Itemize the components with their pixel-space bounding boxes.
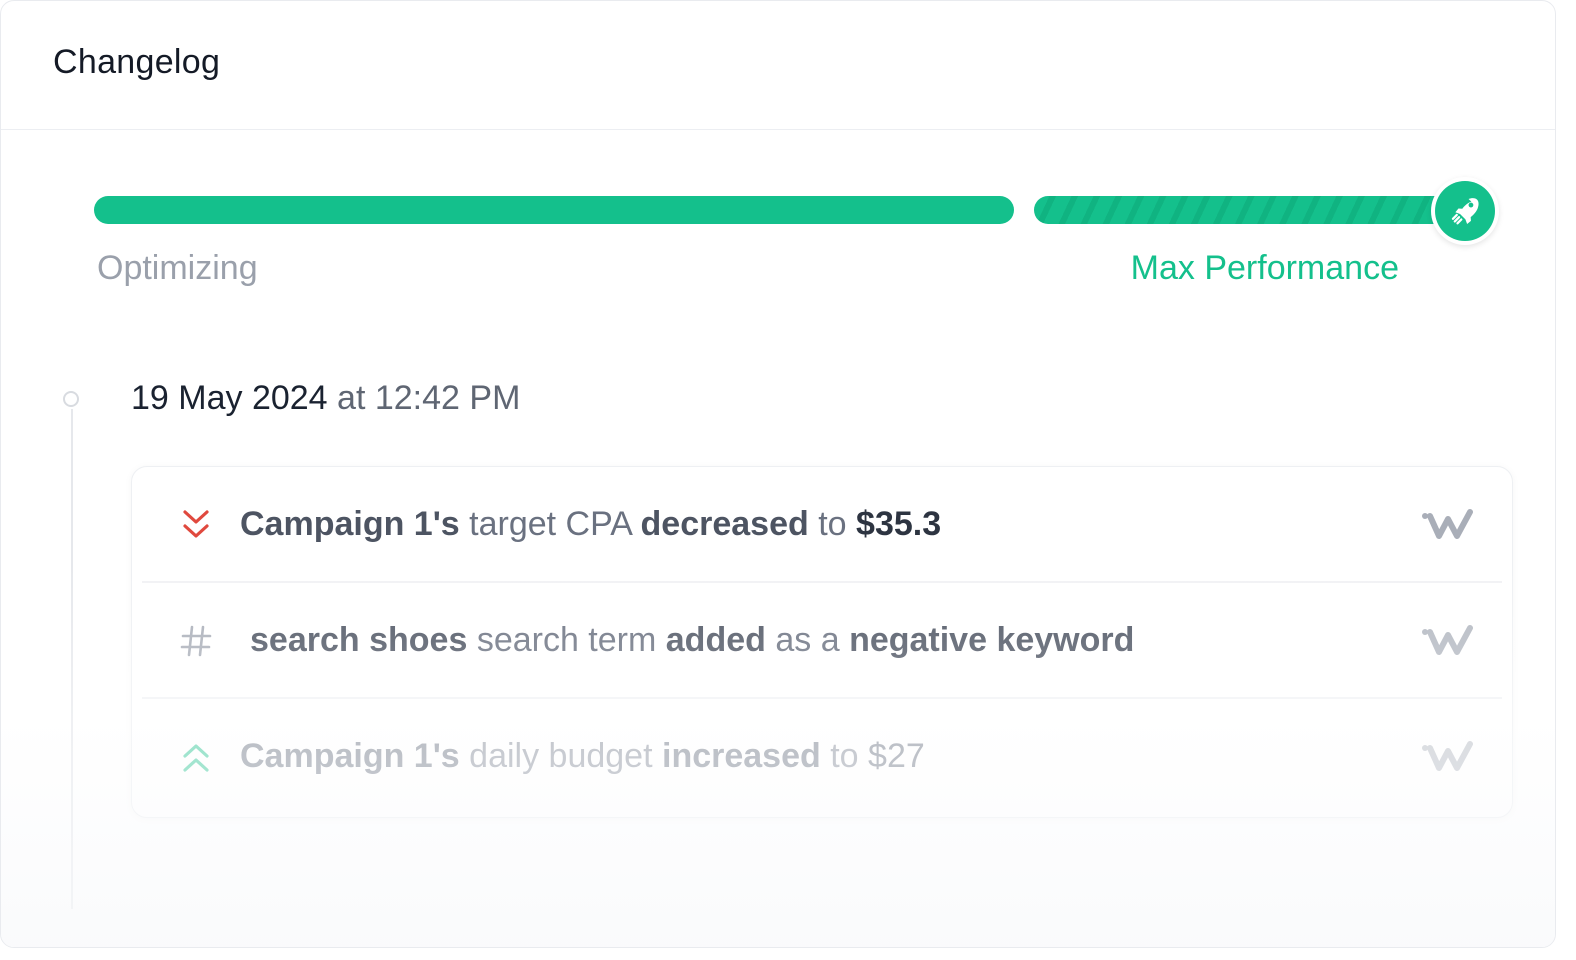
change-connector: to	[818, 505, 847, 543]
change-connector: to	[830, 737, 859, 775]
progress-badge	[1431, 177, 1499, 245]
stage-label-max-performance: Max Performance	[1130, 249, 1399, 287]
entry-timestamp: 19 May 2024 at 12:42 PM	[131, 379, 520, 418]
change-subject: Campaign 1's	[240, 737, 460, 775]
w-logo-icon	[1422, 508, 1473, 539]
entry-time: 12:42 PM	[374, 379, 521, 417]
change-description: search shoes search term added as a nega…	[250, 621, 1134, 660]
change-action: increased	[662, 737, 821, 775]
chevrons-down-icon	[176, 505, 216, 545]
w-logo-icon	[1422, 624, 1473, 655]
change-subject: Campaign 1's	[240, 505, 460, 543]
change-description: Campaign 1's target CPA decreased to $35…	[240, 505, 941, 544]
chevrons-up-icon	[176, 737, 216, 777]
change-connector: as a	[775, 621, 840, 659]
timeline-dot	[63, 391, 79, 407]
change-field: search term	[476, 621, 657, 659]
entry-date: 19 May 2024	[131, 379, 328, 417]
change-description: Campaign 1's daily budget increased to $…	[240, 737, 925, 776]
change-row[interactable]: Campaign 1's daily budget increased to $…	[132, 699, 1512, 814]
change-action: decreased	[640, 505, 809, 543]
change-subject: search shoes	[250, 621, 468, 659]
change-value: $27	[868, 737, 925, 775]
change-field: target CPA	[469, 505, 632, 543]
entry-time-prefix: at	[337, 379, 366, 417]
change-row[interactable]: Campaign 1's target CPA decreased to $35…	[132, 467, 1512, 582]
card-header: Changelog	[1, 1, 1555, 130]
change-value: negative keyword	[849, 621, 1135, 659]
timeline-line	[71, 409, 73, 909]
progress-segment-optimizing	[94, 196, 1014, 224]
stage-label-optimizing: Optimizing	[97, 249, 258, 287]
change-value: $35.3	[856, 505, 942, 543]
change-list: Campaign 1's target CPA decreased to $35…	[131, 466, 1513, 818]
page-title: Changelog	[53, 43, 221, 81]
progress-segment-max-performance	[1034, 196, 1454, 224]
change-row[interactable]: search shoes search term added as a nega…	[132, 583, 1512, 698]
w-logo-icon	[1422, 740, 1473, 771]
change-field: daily budget	[469, 737, 653, 775]
rocket-icon	[1435, 181, 1495, 241]
hash-icon	[176, 621, 216, 661]
change-action: added	[665, 621, 766, 659]
changelog-card: Changelog Optimizing Max Performance 19 …	[0, 0, 1556, 948]
